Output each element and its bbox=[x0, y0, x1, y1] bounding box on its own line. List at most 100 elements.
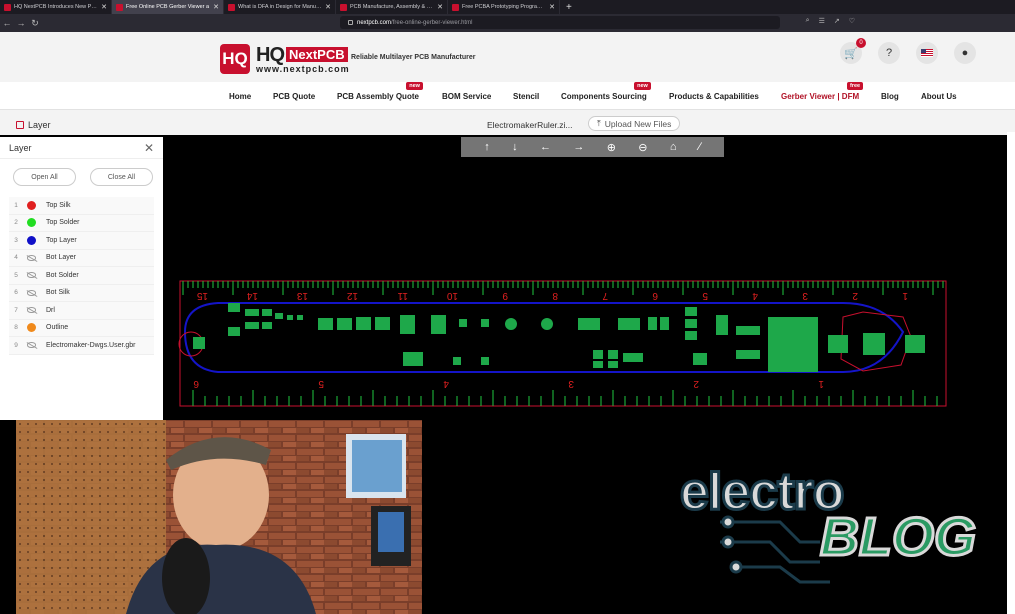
tab-close-icon[interactable]: ✕ bbox=[325, 3, 331, 11]
layer-number: 4 bbox=[14, 254, 18, 262]
eye-hidden-icon[interactable] bbox=[27, 307, 36, 314]
eye-hidden-icon[interactable] bbox=[27, 254, 36, 261]
layer-color-dot[interactable] bbox=[27, 200, 36, 210]
eye-hidden-icon[interactable] bbox=[27, 272, 36, 279]
main-menu: Home PCB Quote PCB Assembly Quote new BOM Se… bbox=[0, 82, 1015, 110]
pad bbox=[578, 318, 600, 330]
menu-item[interactable]: PCB Assembly Quote new bbox=[337, 82, 423, 101]
layer-row[interactable]: 3 Top Layer bbox=[9, 232, 154, 250]
measure-icon[interactable]: ∕ bbox=[699, 141, 701, 153]
pad bbox=[608, 361, 618, 368]
menu-item[interactable]: PCB Quote bbox=[273, 92, 315, 101]
menu-item[interactable]: Components Sourcing new bbox=[561, 82, 651, 101]
eye-hidden-icon[interactable] bbox=[27, 289, 36, 296]
layer-row[interactable]: 2 Top Solder bbox=[9, 214, 154, 232]
pad bbox=[245, 309, 259, 316]
menu-item[interactable]: Products & Capabilities bbox=[669, 92, 759, 101]
ruler-number: 8 bbox=[552, 290, 558, 301]
pan-right-icon[interactable]: → bbox=[573, 141, 584, 153]
layer-row[interactable]: 7 Drl bbox=[9, 302, 154, 320]
ruler-number: 9 bbox=[502, 290, 508, 301]
layer-toggle[interactable]: Layer bbox=[16, 120, 51, 130]
layer-number: 8 bbox=[14, 324, 18, 332]
cart-icon: 🛒 bbox=[844, 47, 858, 60]
zoom-icon[interactable]: ⌕ bbox=[806, 17, 810, 25]
pad bbox=[593, 350, 603, 359]
cart-count-badge: 0 bbox=[856, 38, 866, 48]
layer-row[interactable]: 1 Top Silk bbox=[9, 197, 154, 215]
pan-down-icon[interactable]: ↓ bbox=[512, 141, 518, 153]
help-button[interactable]: ? bbox=[878, 42, 900, 64]
menu-item[interactable]: BOM Service bbox=[442, 92, 491, 101]
tab-close-icon[interactable]: ✕ bbox=[101, 3, 107, 11]
browser-tab[interactable]: HQ NextPCB Introduces New PCB Ger✕ bbox=[0, 0, 112, 14]
address-field[interactable]: nextpcb.com /free-online-gerber-viewer.h… bbox=[340, 16, 780, 29]
browser-tab[interactable]: Free Online PCB Gerber Viewer a ✕ bbox=[112, 0, 224, 14]
browser-tab[interactable]: PCB Manufacture, Assembly & Protot ✕ bbox=[336, 0, 448, 14]
layer-row[interactable]: 8 Outline bbox=[9, 319, 154, 337]
share-icon[interactable]: ↗ bbox=[834, 17, 840, 25]
ruler-number: 3 bbox=[568, 378, 574, 389]
site-header: HQ HQ NextPCB www.nextpcb.com Reliable Mu… bbox=[0, 32, 1015, 135]
layer-number: 7 bbox=[14, 306, 18, 314]
menu-item[interactable]: Gerber Viewer | DFM free bbox=[781, 82, 864, 101]
pads bbox=[193, 303, 925, 372]
upload-label: Upload New Files bbox=[604, 118, 672, 129]
cart-button[interactable]: 🛒 0 bbox=[840, 38, 866, 64]
tab-close-icon[interactable]: ✕ bbox=[437, 3, 443, 11]
url-domain: nextpcb.com bbox=[357, 19, 392, 26]
layer-row[interactable]: 6 Bot Silk bbox=[9, 284, 154, 302]
reader-icon[interactable]: ☰ bbox=[819, 17, 825, 25]
browser-tab[interactable]: Free PCBA Prototyping Program for 1 ✕ bbox=[448, 0, 560, 14]
menu-item[interactable]: Stencil bbox=[513, 92, 539, 101]
layer-color-dot[interactable] bbox=[27, 235, 36, 245]
menu-item[interactable]: About Us bbox=[921, 92, 957, 101]
bookmark-icon[interactable]: ♡ bbox=[849, 17, 855, 25]
reload-icon[interactable]: ↻ bbox=[28, 18, 42, 29]
file-name: ElectromakerRuler.zi... bbox=[487, 120, 573, 130]
pad bbox=[431, 315, 446, 334]
site-logo[interactable]: HQ HQ NextPCB www.nextpcb.com bbox=[220, 44, 350, 74]
language-button[interactable] bbox=[916, 42, 938, 64]
menu-item-badge: free bbox=[847, 82, 864, 90]
open-all-button[interactable]: Open All bbox=[13, 168, 76, 186]
tab-close-icon[interactable]: ✕ bbox=[549, 3, 555, 11]
menu-item[interactable]: Home bbox=[229, 92, 251, 101]
menu-item[interactable]: Blog bbox=[881, 92, 899, 101]
pad bbox=[685, 319, 697, 328]
pad bbox=[863, 333, 885, 355]
close-all-button[interactable]: Close All bbox=[90, 168, 153, 186]
ruler-number: 4 bbox=[752, 290, 758, 301]
eye-hidden-icon[interactable] bbox=[27, 342, 36, 349]
menu-item-label: Gerber Viewer | DFM bbox=[781, 92, 860, 101]
layer-name: Outline bbox=[46, 324, 69, 332]
layer-color-dot[interactable] bbox=[27, 218, 36, 228]
layer-name: Top Layer bbox=[46, 236, 77, 244]
us-flag-icon bbox=[921, 49, 933, 57]
layer-row[interactable]: 4 Bot Layer bbox=[9, 249, 154, 267]
account-button[interactable]: ● bbox=[954, 42, 976, 64]
close-icon[interactable]: ✕ bbox=[144, 141, 154, 155]
tab-favicon-icon bbox=[116, 3, 123, 11]
pad bbox=[262, 322, 272, 329]
layer-row[interactable]: 9 Electromaker-Dwgs.User.gbr bbox=[9, 337, 154, 355]
layer-row[interactable]: 5 Bot Solder bbox=[9, 267, 154, 285]
new-tab-button[interactable]: + bbox=[560, 2, 578, 13]
layer-number: 3 bbox=[14, 236, 18, 244]
back-icon[interactable]: ← bbox=[0, 18, 14, 28]
zoom-out-icon[interactable]: ⊖ bbox=[638, 141, 647, 154]
pad bbox=[736, 326, 760, 335]
pan-left-icon[interactable]: ← bbox=[540, 141, 551, 153]
layer-number: 1 bbox=[14, 201, 18, 209]
pad bbox=[693, 353, 707, 365]
tab-close-icon[interactable]: ✕ bbox=[213, 3, 219, 11]
layer-name: Drl bbox=[46, 306, 55, 314]
pad bbox=[275, 313, 283, 319]
layer-color-dot[interactable] bbox=[27, 323, 36, 333]
browser-tab[interactable]: What is DFA in Design for Manufactur ✕ bbox=[224, 0, 336, 14]
upload-new-files-button[interactable]: ⤒ Upload New Files bbox=[588, 116, 681, 131]
zoom-in-icon[interactable]: ⊕ bbox=[607, 141, 616, 154]
pan-up-icon[interactable]: ↑ bbox=[484, 141, 490, 153]
fit-home-icon[interactable]: ⌂ bbox=[670, 141, 677, 153]
forward-icon[interactable]: → bbox=[14, 18, 28, 28]
